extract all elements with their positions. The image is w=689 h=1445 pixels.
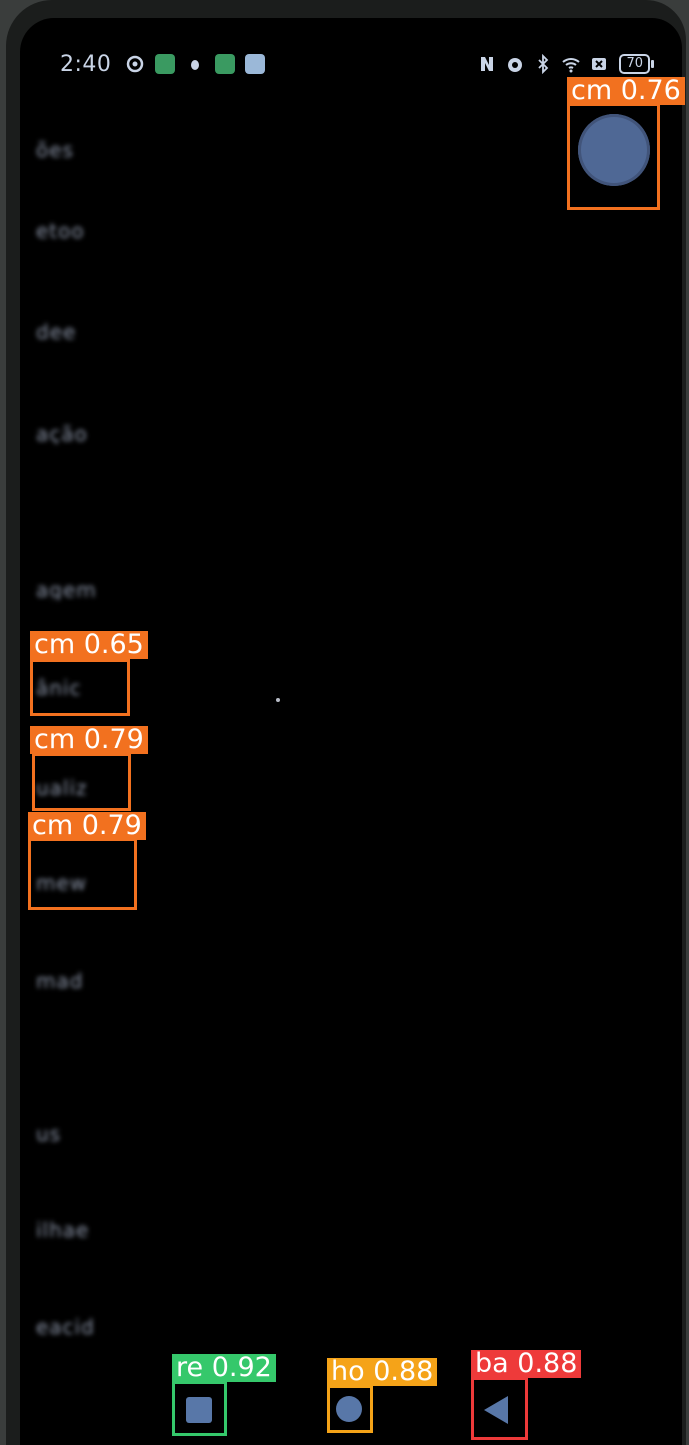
center-dot <box>276 698 280 702</box>
list-item[interactable]: eacid <box>36 1315 116 1337</box>
detection-box <box>30 659 130 716</box>
alarm-icon <box>508 58 523 72</box>
app-icon <box>215 54 236 74</box>
detection-label: cm 0.79 <box>30 726 148 754</box>
list-item[interactable]: dee <box>36 320 116 342</box>
list-item[interactable]: ação <box>36 422 116 444</box>
detection-box <box>32 753 131 811</box>
detection-label: ho 0.88 <box>327 1358 438 1386</box>
bug-icon <box>191 60 200 70</box>
status-bar: 2:40 70 <box>60 50 654 78</box>
wifi-icon <box>562 58 581 73</box>
status-time: 2:40 <box>60 51 112 77</box>
list-item[interactable]: etoo <box>36 219 116 241</box>
list-item[interactable]: agem <box>36 578 116 600</box>
detection-label: cm 0.76 <box>567 77 685 105</box>
list-item[interactable]: ões <box>36 138 116 160</box>
list-item[interactable]: us <box>36 1122 116 1144</box>
battery-icon: 70 <box>619 54 654 74</box>
detection-label: cm 0.65 <box>30 631 148 659</box>
detection-label: cm 0.79 <box>28 812 146 840</box>
list-item[interactable]: mad <box>36 969 116 991</box>
sim-icon <box>592 58 607 70</box>
detection-box <box>327 1385 373 1433</box>
detection-label: re 0.92 <box>172 1354 276 1382</box>
grid-app-icon <box>155 54 176 74</box>
detection-box <box>172 1381 227 1436</box>
detection-box <box>567 103 660 210</box>
detection-label: ba 0.88 <box>471 1350 582 1378</box>
bluetooth-icon <box>538 54 549 74</box>
detection-box <box>28 838 137 910</box>
nfc-icon <box>481 57 494 71</box>
list-item[interactable]: ilhae <box>36 1218 116 1240</box>
detection-box <box>471 1377 528 1440</box>
settings-icon <box>127 55 144 73</box>
message-icon <box>245 54 266 74</box>
